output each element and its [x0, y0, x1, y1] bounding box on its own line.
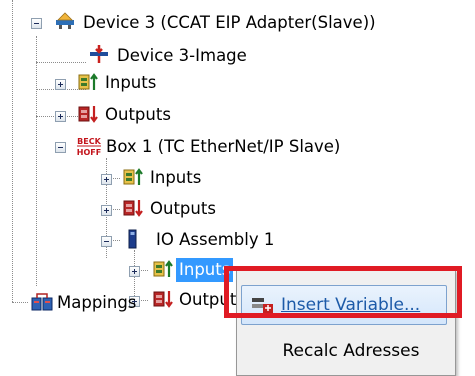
inputs-icon: [123, 168, 143, 185]
expand-toggle[interactable]: [55, 111, 66, 122]
recalc-adresses-menu-item[interactable]: Recalc Adresses: [237, 329, 455, 373]
process-image-icon: [90, 45, 108, 63]
collapse-toggle[interactable]: [31, 18, 42, 29]
tree-node-box1[interactable]: Box 1 (TC EtherNet/IP Slave): [103, 134, 343, 160]
tree-node-label: Inputs: [105, 73, 157, 92]
tree-node-label: Inputs: [150, 168, 202, 187]
beckhoff-logo-top: BECK: [77, 137, 101, 146]
tree-node-label: Box 1 (TC EtherNet/IP Slave): [106, 137, 341, 156]
expand-toggle[interactable]: [129, 266, 140, 277]
outputs-icon: [123, 200, 143, 217]
tree-node-label: IO Assembly 1: [156, 230, 275, 249]
collapse-toggle[interactable]: [101, 236, 112, 247]
tree-connector: [12, 0, 13, 302]
menu-item-label: Recalc Adresses: [282, 341, 420, 361]
beckhoff-box-icon: BECK HOFF: [76, 134, 102, 158]
inputs-icon: [153, 260, 173, 277]
expand-toggle[interactable]: [55, 79, 66, 90]
io-assembly-icon: [128, 229, 137, 249]
outputs-icon: [78, 106, 98, 123]
highlight-annotation-box: [224, 266, 462, 318]
expand-toggle[interactable]: [101, 205, 112, 216]
device-adapter-icon: [56, 12, 74, 29]
expand-toggle[interactable]: [101, 174, 112, 185]
tree-node-device3-image[interactable]: Device 3-Image: [114, 43, 250, 69]
tree-node-label: Device 3-Image: [117, 46, 247, 65]
tree-node-device3-outputs[interactable]: Outputs: [102, 102, 174, 128]
tree-node-box1-inputs[interactable]: Inputs: [147, 165, 204, 191]
collapse-toggle[interactable]: [55, 142, 66, 153]
tree-node-device3-inputs[interactable]: Inputs: [102, 70, 159, 96]
mappings-icon: [31, 293, 53, 311]
tree-node-label: Outputs: [150, 199, 216, 218]
tree-connector: [36, 62, 86, 63]
tree-node-label: Device 3 (CCAT EIP Adapter(Slave)): [83, 13, 376, 32]
tree-node-label: Outputs: [105, 105, 171, 124]
tree-connector: [12, 302, 28, 303]
tree-connector: [36, 36, 37, 286]
outputs-icon: [153, 291, 173, 308]
tree-node-io-assembly[interactable]: IO Assembly 1: [153, 227, 277, 253]
inputs-icon: [78, 73, 98, 90]
tree-node-box1-outputs[interactable]: Outputs: [147, 196, 219, 222]
tree-node-device3[interactable]: Device 3 (CCAT EIP Adapter(Slave)): [80, 10, 379, 36]
tree-node-mappings[interactable]: Mappings: [54, 290, 139, 316]
beckhoff-logo-bottom: HOFF: [77, 148, 101, 157]
tree-node-label: Mappings: [57, 293, 137, 312]
